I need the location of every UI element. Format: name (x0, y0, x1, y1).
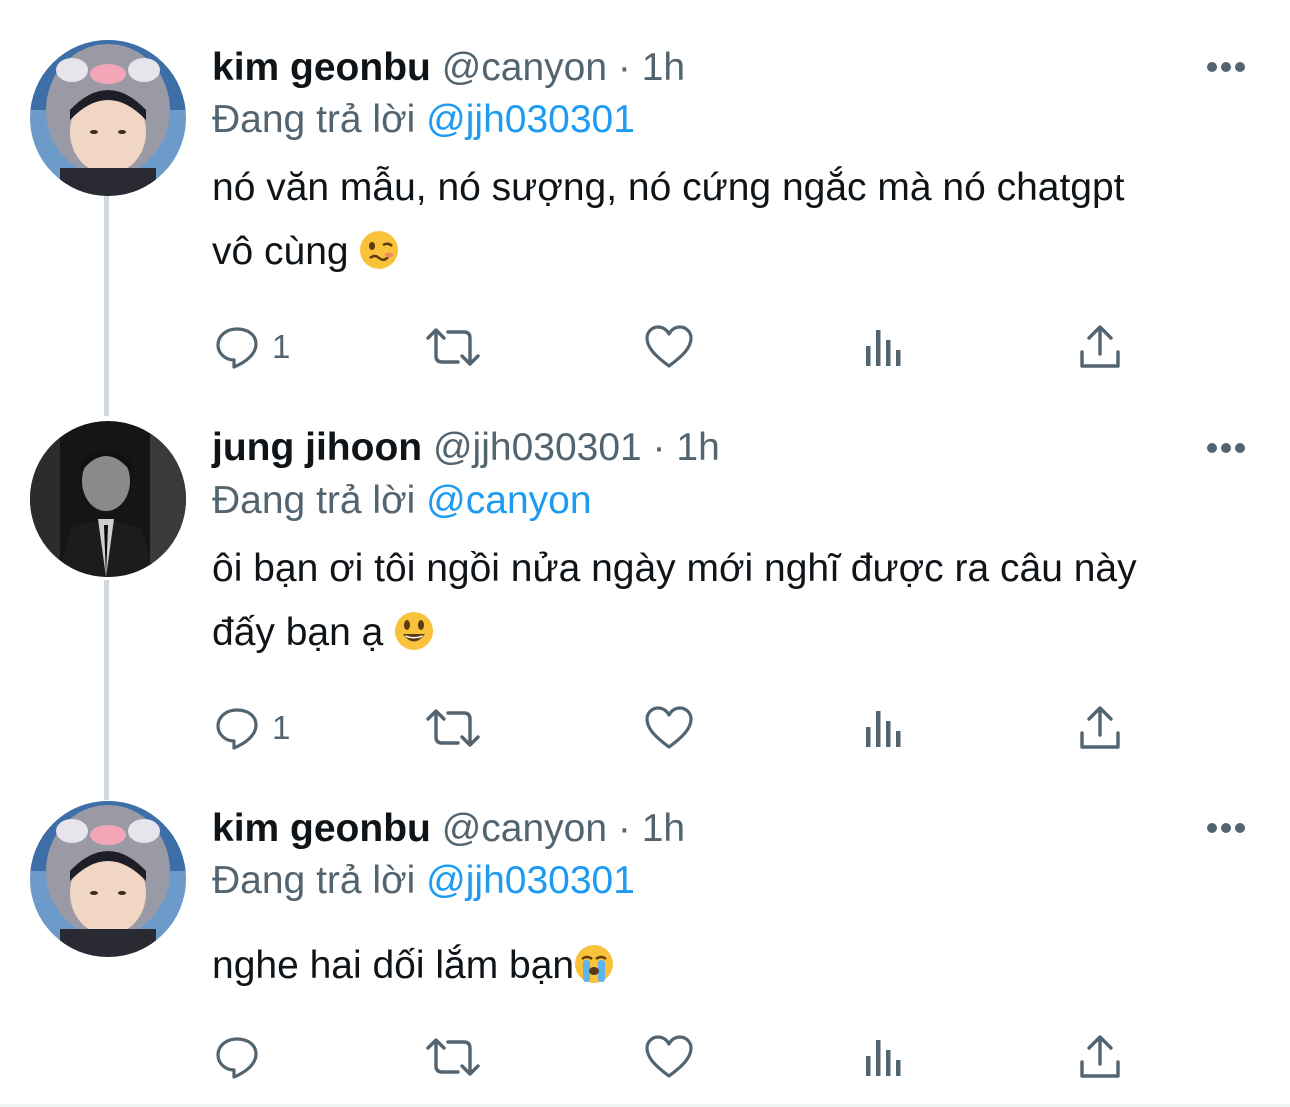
views-button[interactable] (864, 703, 906, 753)
tweet-text: nghe hai dối lắm bạn (212, 934, 1252, 998)
loudly-crying-face-emoji (575, 945, 614, 983)
user-handle[interactable]: @canyon (442, 807, 607, 850)
separator-dot: · (652, 426, 666, 469)
more-icon[interactable] (1206, 442, 1246, 454)
mention-link[interactable]: @jjh030301 (426, 98, 635, 141)
mention-link[interactable]: @canyon (426, 479, 591, 522)
tweet-text-line: ôi bạn ơi tôi ngồi nửa ngày mới nghĩ đượ… (212, 547, 1137, 590)
retweet-icon (426, 1038, 480, 1076)
tweet-text-fragment: đấy bạn ạ (212, 611, 384, 654)
more-icon[interactable] (1206, 822, 1246, 834)
separator-dot: · (617, 46, 631, 89)
replying-to-label: Đang trả lời (212, 98, 416, 141)
views-button[interactable] (864, 322, 906, 372)
views-icon (866, 711, 901, 747)
timestamp[interactable]: 1h (676, 426, 719, 469)
replying-to: Đang trả lời @canyon (212, 479, 592, 523)
user-handle[interactable]: @canyon (442, 46, 607, 89)
share-button[interactable] (1078, 703, 1122, 753)
retweet-button[interactable] (424, 322, 482, 372)
separator-dot: · (617, 807, 631, 850)
avatar[interactable] (30, 421, 186, 577)
tweet-text-fragment: vô cùng (212, 230, 349, 273)
retweet-button[interactable] (424, 1032, 482, 1082)
views-button[interactable] (864, 1032, 906, 1082)
replying-to-label: Đang trả lời (212, 479, 416, 522)
tweet-header: jung jihoon @jjh030301 · 1h (212, 426, 720, 470)
display-name[interactable]: jung jihoon (212, 426, 422, 469)
timestamp[interactable]: 1h (642, 46, 685, 89)
woozy-face-emoji (360, 231, 399, 269)
tweet-text: nó văn mẫu, nó sượng, nó cứng ngắc mà nó… (212, 156, 1252, 284)
reply-button[interactable]: 1 (214, 703, 290, 753)
like-icon (645, 325, 693, 368)
reply-button[interactable]: 1 (214, 322, 290, 372)
thread-connector (104, 580, 109, 800)
like-icon (645, 1035, 693, 1078)
views-icon (866, 330, 901, 366)
share-icon (1080, 706, 1120, 749)
smiley-face-emoji (395, 612, 434, 650)
more-icon[interactable] (1206, 61, 1246, 73)
share-button[interactable] (1078, 1032, 1122, 1082)
like-button[interactable] (644, 703, 694, 753)
avatar[interactable] (30, 801, 186, 957)
avatar[interactable] (30, 40, 186, 196)
user-handle[interactable]: @jjh030301 (433, 426, 642, 469)
thread-connector (104, 196, 109, 416)
replying-to: Đang trả lời @jjh030301 (212, 98, 635, 142)
retweet-icon (426, 709, 480, 747)
tweet-text-line: vô cùng (212, 220, 1252, 284)
views-icon (866, 1040, 901, 1076)
replying-to-label: Đang trả lời (212, 859, 416, 902)
tweet-text-line: nghe hai dối lắm bạn (212, 934, 1252, 998)
tweet-header: kim geonbu @canyon · 1h (212, 807, 685, 851)
tweet-header: kim geonbu @canyon · 1h (212, 46, 685, 90)
display-name[interactable]: kim geonbu (212, 807, 431, 850)
tweet-text-line: đấy bạn ạ (212, 601, 1252, 665)
reply-icon (216, 708, 258, 750)
reply-count: 1 (272, 709, 291, 746)
like-icon (645, 706, 693, 749)
reply-button[interactable] (214, 1032, 272, 1082)
reply-count: 1 (272, 328, 291, 365)
tweet-text: ôi bạn ơi tôi ngồi nửa ngày mới nghĩ đượ… (212, 537, 1252, 665)
like-button[interactable] (644, 1032, 694, 1082)
reply-icon (216, 1037, 258, 1079)
share-icon (1080, 1035, 1120, 1078)
timestamp[interactable]: 1h (642, 807, 685, 850)
mention-link[interactable]: @jjh030301 (426, 859, 635, 902)
tweet-text-fragment: nghe hai dối lắm bạn (212, 944, 575, 987)
share-button[interactable] (1078, 322, 1122, 372)
tweet-text-line: nó văn mẫu, nó sượng, nó cứng ngắc mà nó… (212, 166, 1125, 209)
replying-to: Đang trả lời @jjh030301 (212, 859, 635, 903)
retweet-icon (426, 328, 480, 366)
tweet-actions: 1 (212, 322, 1152, 372)
like-button[interactable] (644, 322, 694, 372)
retweet-button[interactable] (424, 703, 482, 753)
display-name[interactable]: kim geonbu (212, 46, 431, 89)
tweet-actions (212, 1032, 1152, 1082)
tweet-actions: 1 (212, 703, 1152, 753)
share-icon (1080, 325, 1120, 368)
reply-icon (216, 327, 258, 369)
